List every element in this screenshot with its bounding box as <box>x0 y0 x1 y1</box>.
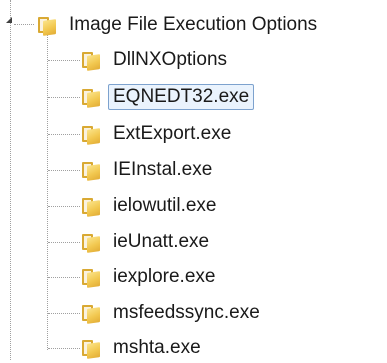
tree-guide-h <box>48 60 80 61</box>
tree-node-label: mshta.exe <box>113 337 201 358</box>
tree-guide-h <box>48 277 80 278</box>
tree-guide-h <box>48 206 80 207</box>
tree-node-ielowutil-exe[interactable]: ielowutil.exe <box>80 191 222 221</box>
expanded-triangle-icon[interactable] <box>6 17 12 23</box>
tree-guide-h <box>48 97 80 98</box>
tree-guide-h <box>48 242 80 243</box>
tree-guide-h <box>48 134 80 135</box>
tree-guide-h <box>48 313 80 314</box>
tree-node-label: ieUnatt.exe <box>113 231 210 252</box>
tree-guide-h <box>48 348 80 349</box>
folder-icon <box>80 231 102 253</box>
tree-node-ieunatt-exe[interactable]: ieUnatt.exe <box>80 227 214 257</box>
tree-node-msfeedssync-exe[interactable]: msfeedssync.exe <box>80 298 265 328</box>
folder-icon <box>80 159 102 181</box>
registry-tree: Image File Execution Options DllNXOption… <box>0 0 387 360</box>
tree-guide-children <box>47 32 48 350</box>
tree-guide-root <box>14 24 34 25</box>
tree-node-eqnedt32-exe[interactable]: EQNEDT32.exe <box>80 82 255 112</box>
tree-node-label: msfeedssync.exe <box>113 302 260 323</box>
tree-node-extexport-exe[interactable]: ExtExport.exe <box>80 119 236 149</box>
folder-icon <box>80 266 102 288</box>
folder-icon <box>36 14 58 36</box>
tree-node-label: ExtExport.exe <box>113 123 232 144</box>
tree-node-label: iexplore.exe <box>113 266 216 287</box>
tree-node-label: ielowutil.exe <box>113 195 217 216</box>
tree-node-ieinstal-exe[interactable]: IEInstal.exe <box>80 155 217 185</box>
tree-node-label: IEInstal.exe <box>113 159 213 180</box>
tree-guide-h <box>48 170 80 171</box>
tree-node-dllnxoptions[interactable]: DllNXOptions <box>80 45 232 75</box>
folder-icon <box>80 337 102 359</box>
tree-node-label: EQNEDT32.exe <box>108 84 255 110</box>
folder-icon <box>80 86 102 108</box>
folder-icon <box>80 49 102 71</box>
folder-icon <box>80 302 102 324</box>
tree-node-label: DllNXOptions <box>113 49 228 70</box>
tree-node-image-file-execution-options[interactable]: Image File Execution Options <box>36 10 322 40</box>
folder-icon <box>80 195 102 217</box>
tree-node-label: Image File Execution Options <box>69 14 318 35</box>
folder-icon <box>80 123 102 145</box>
tree-node-mshta-exe[interactable]: mshta.exe <box>80 333 206 363</box>
tree-guide-outer <box>10 0 11 360</box>
tree-node-iexplore-exe[interactable]: iexplore.exe <box>80 262 220 292</box>
